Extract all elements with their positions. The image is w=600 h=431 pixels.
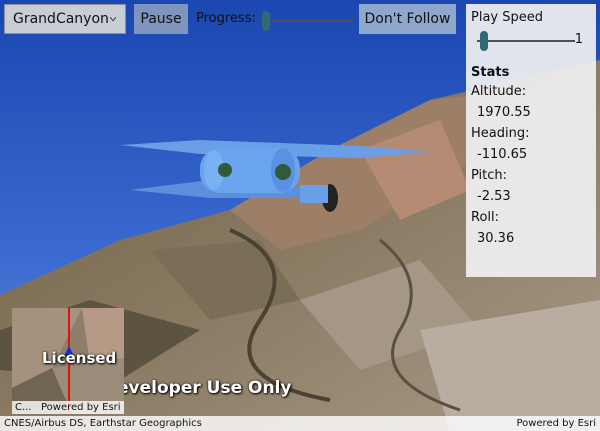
play-speed-label: Play Speed — [471, 10, 543, 25]
minimap[interactable]: Licensed C... Powered by Esri — [12, 308, 124, 414]
heading-label: Heading: — [471, 126, 530, 141]
progress-label: Progress: — [196, 11, 256, 26]
powered-by-esri[interactable]: Powered by Esri — [516, 418, 596, 429]
progress-slider[interactable] — [260, 9, 354, 33]
play-speed-slider[interactable] — [477, 29, 575, 53]
pitch-label: Pitch: — [471, 168, 508, 183]
follow-toggle-button[interactable]: Don't Follow — [359, 4, 456, 34]
altitude-label: Altitude: — [471, 84, 527, 99]
scene-view[interactable]: GrandCanyon Pause Progress: Don't Follow… — [0, 0, 600, 431]
scene-selector[interactable]: GrandCanyon — [4, 4, 126, 34]
attribution-bar: CNES/Airbus DS, Earthstar Geographics Po… — [0, 416, 600, 431]
roll-label: Roll: — [471, 210, 500, 225]
play-speed-value: 1 — [574, 32, 583, 47]
altitude-value: 1970.55 — [477, 105, 531, 120]
play-speed-track — [477, 40, 575, 42]
stats-panel: Play Speed 1 Stats Altitude: 1970.55 Hea… — [466, 4, 596, 277]
progress-thumb[interactable] — [261, 11, 270, 31]
minimap-powered-by[interactable]: Powered by Esri — [37, 402, 121, 413]
heading-value: -110.65 — [477, 147, 528, 162]
stats-title: Stats — [471, 65, 510, 80]
minimap-licensed-watermark: Licensed — [42, 349, 117, 367]
chevron-down-icon — [109, 16, 117, 22]
scene-selector-value: GrandCanyon — [13, 11, 109, 27]
progress-track — [260, 20, 354, 22]
play-speed-row: 1 — [471, 27, 591, 51]
minimap-attribution-short[interactable]: C... — [12, 402, 37, 413]
play-speed-thumb[interactable] — [480, 31, 488, 51]
minimap-attribution: C... Powered by Esri — [12, 401, 124, 414]
pause-button[interactable]: Pause — [134, 4, 188, 34]
pitch-value: -2.53 — [477, 189, 511, 204]
attribution-text[interactable]: CNES/Airbus DS, Earthstar Geographics — [4, 418, 202, 429]
roll-value: 30.36 — [477, 231, 515, 246]
